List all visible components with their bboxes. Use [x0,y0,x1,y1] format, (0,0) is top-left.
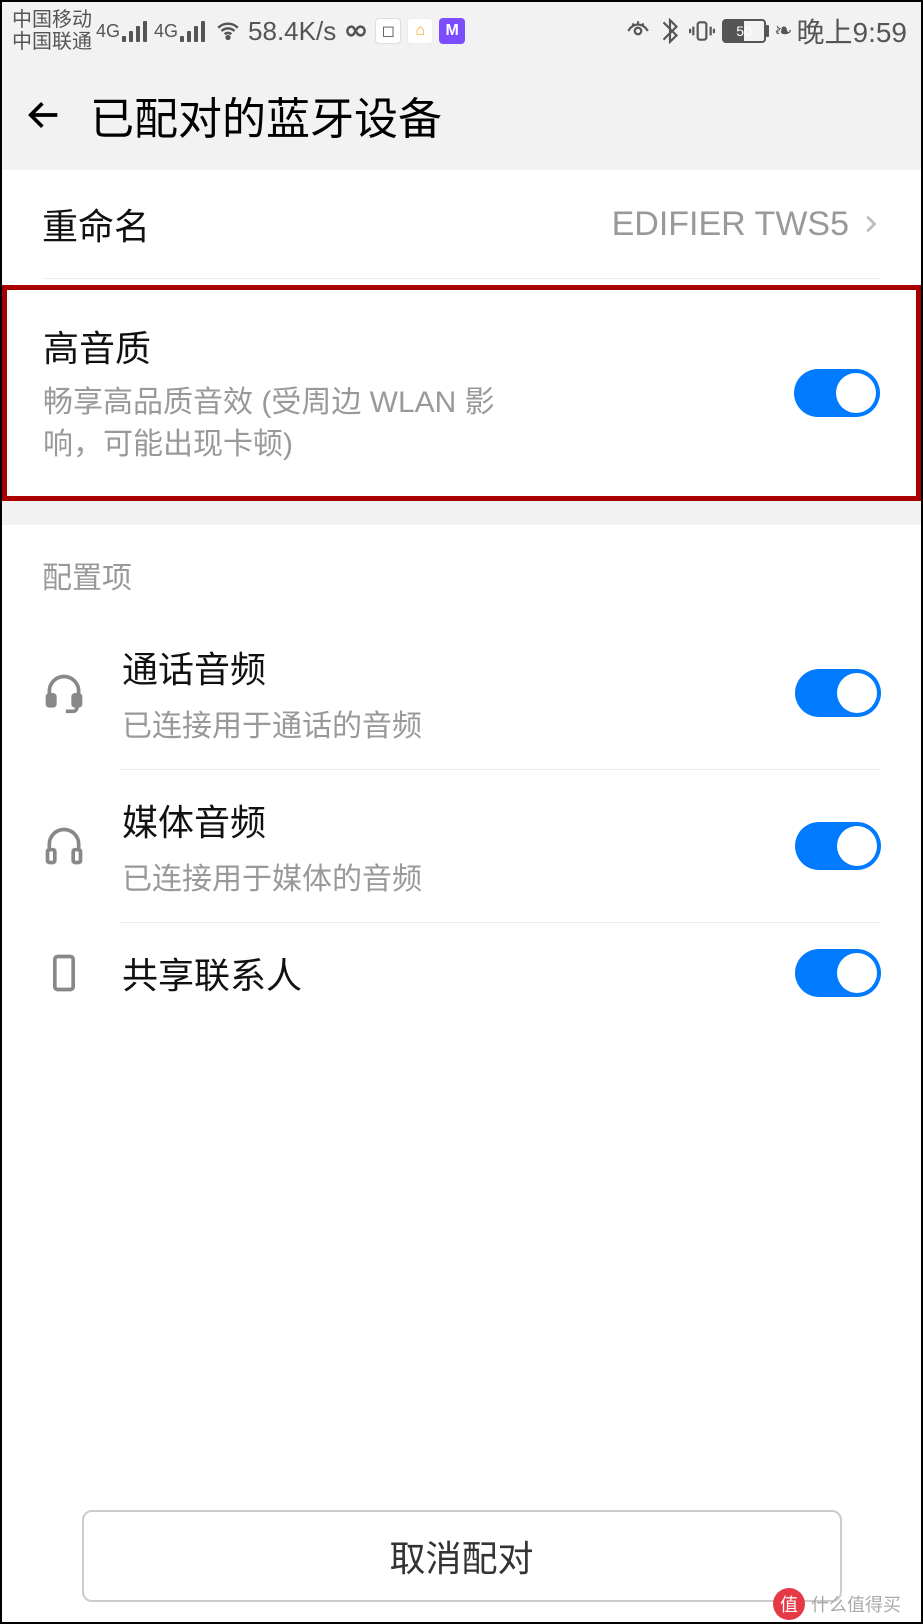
hq-audio-row[interactable]: 高音质 畅享高品质音效 (受周边 WLAN 影响，可能出现卡顿) [7,290,916,496]
cfg-sub-0: 已连接用于通话的音频 [122,701,795,745]
app-bar: 已配对的蓝牙设备 [2,60,921,170]
hq-desc: 畅享高品质音效 (受周边 WLAN 影响，可能出现卡顿) [43,382,543,466]
cfg-sub-1: 已连接用于媒体的音频 [122,854,795,898]
leaf-icon: ❧ [774,18,792,44]
carrier-1: 中国移动 [12,9,92,31]
cfg-row-media-audio[interactable]: 媒体音频 已连接用于媒体的音频 [2,770,921,922]
carrier-2: 中国联通 [12,31,92,53]
phone-device-icon [42,951,86,995]
section-label: 配置项 [2,525,921,617]
battery-icon: 50 [722,19,766,43]
net-gen-2: 4G [154,21,178,42]
headphones-icon [42,824,86,868]
unpair-button[interactable]: 取消配对 [82,1510,842,1602]
chevron-right-icon [859,207,881,241]
watermark-text: 什么值得买 [811,1591,901,1617]
cfg-toggle-2[interactable] [795,949,881,997]
cfg-title-2: 共享联系人 [122,947,795,999]
cfg-toggle-1[interactable] [795,822,881,870]
watermark: 值 什么值得买 [773,1584,913,1624]
rename-label: 重命名 [42,198,150,250]
bluetooth-icon [657,18,683,44]
infinity-icon [343,18,369,44]
cfg-toggle-0[interactable] [795,669,881,717]
signal-1: 4G [96,20,150,42]
app-icon-1: ◻ [375,18,401,44]
status-bar: 中国移动 中国联通 4G 4G 58.4K/s ◻ ⌂ M 50 ❧ 晚上9:5… [2,2,921,60]
hq-toggle[interactable] [794,369,880,417]
rename-value: EDIFIER TWS5 [612,205,849,244]
signal-2: 4G [154,20,208,42]
net-gen-1: 4G [96,21,120,42]
page-title: 已配对的蓝牙设备 [90,83,442,147]
app-icon-3: M [439,18,465,44]
battery-percent: 50 [724,23,764,39]
highlight-box: 高音质 畅享高品质音效 (受周边 WLAN 影响，可能出现卡顿) [2,285,921,501]
headset-mic-icon [42,671,86,715]
eye-icon [625,18,651,44]
unpair-label: 取消配对 [389,1530,533,1582]
clock: 晚上9:59 [797,11,908,51]
hq-title: 高音质 [43,320,794,372]
app-icon-2: ⌂ [407,18,433,44]
cfg-title-1: 媒体音频 [122,794,795,846]
signal-bars-2-icon [180,20,208,42]
rename-row[interactable]: 重命名 EDIFIER TWS5 [42,170,881,279]
back-arrow-icon[interactable] [24,95,64,135]
wifi-icon [215,18,241,44]
cfg-row-share-contacts[interactable]: 共享联系人 [2,923,921,1023]
net-speed: 58.4K/s [248,16,336,47]
carrier-names: 中国移动 中国联通 [12,9,92,53]
cfg-row-call-audio[interactable]: 通话音频 已连接用于通话的音频 [2,617,921,769]
signal-bars-1-icon [122,20,150,42]
vibrate-icon [689,18,715,44]
cfg-title-0: 通话音频 [122,641,795,693]
